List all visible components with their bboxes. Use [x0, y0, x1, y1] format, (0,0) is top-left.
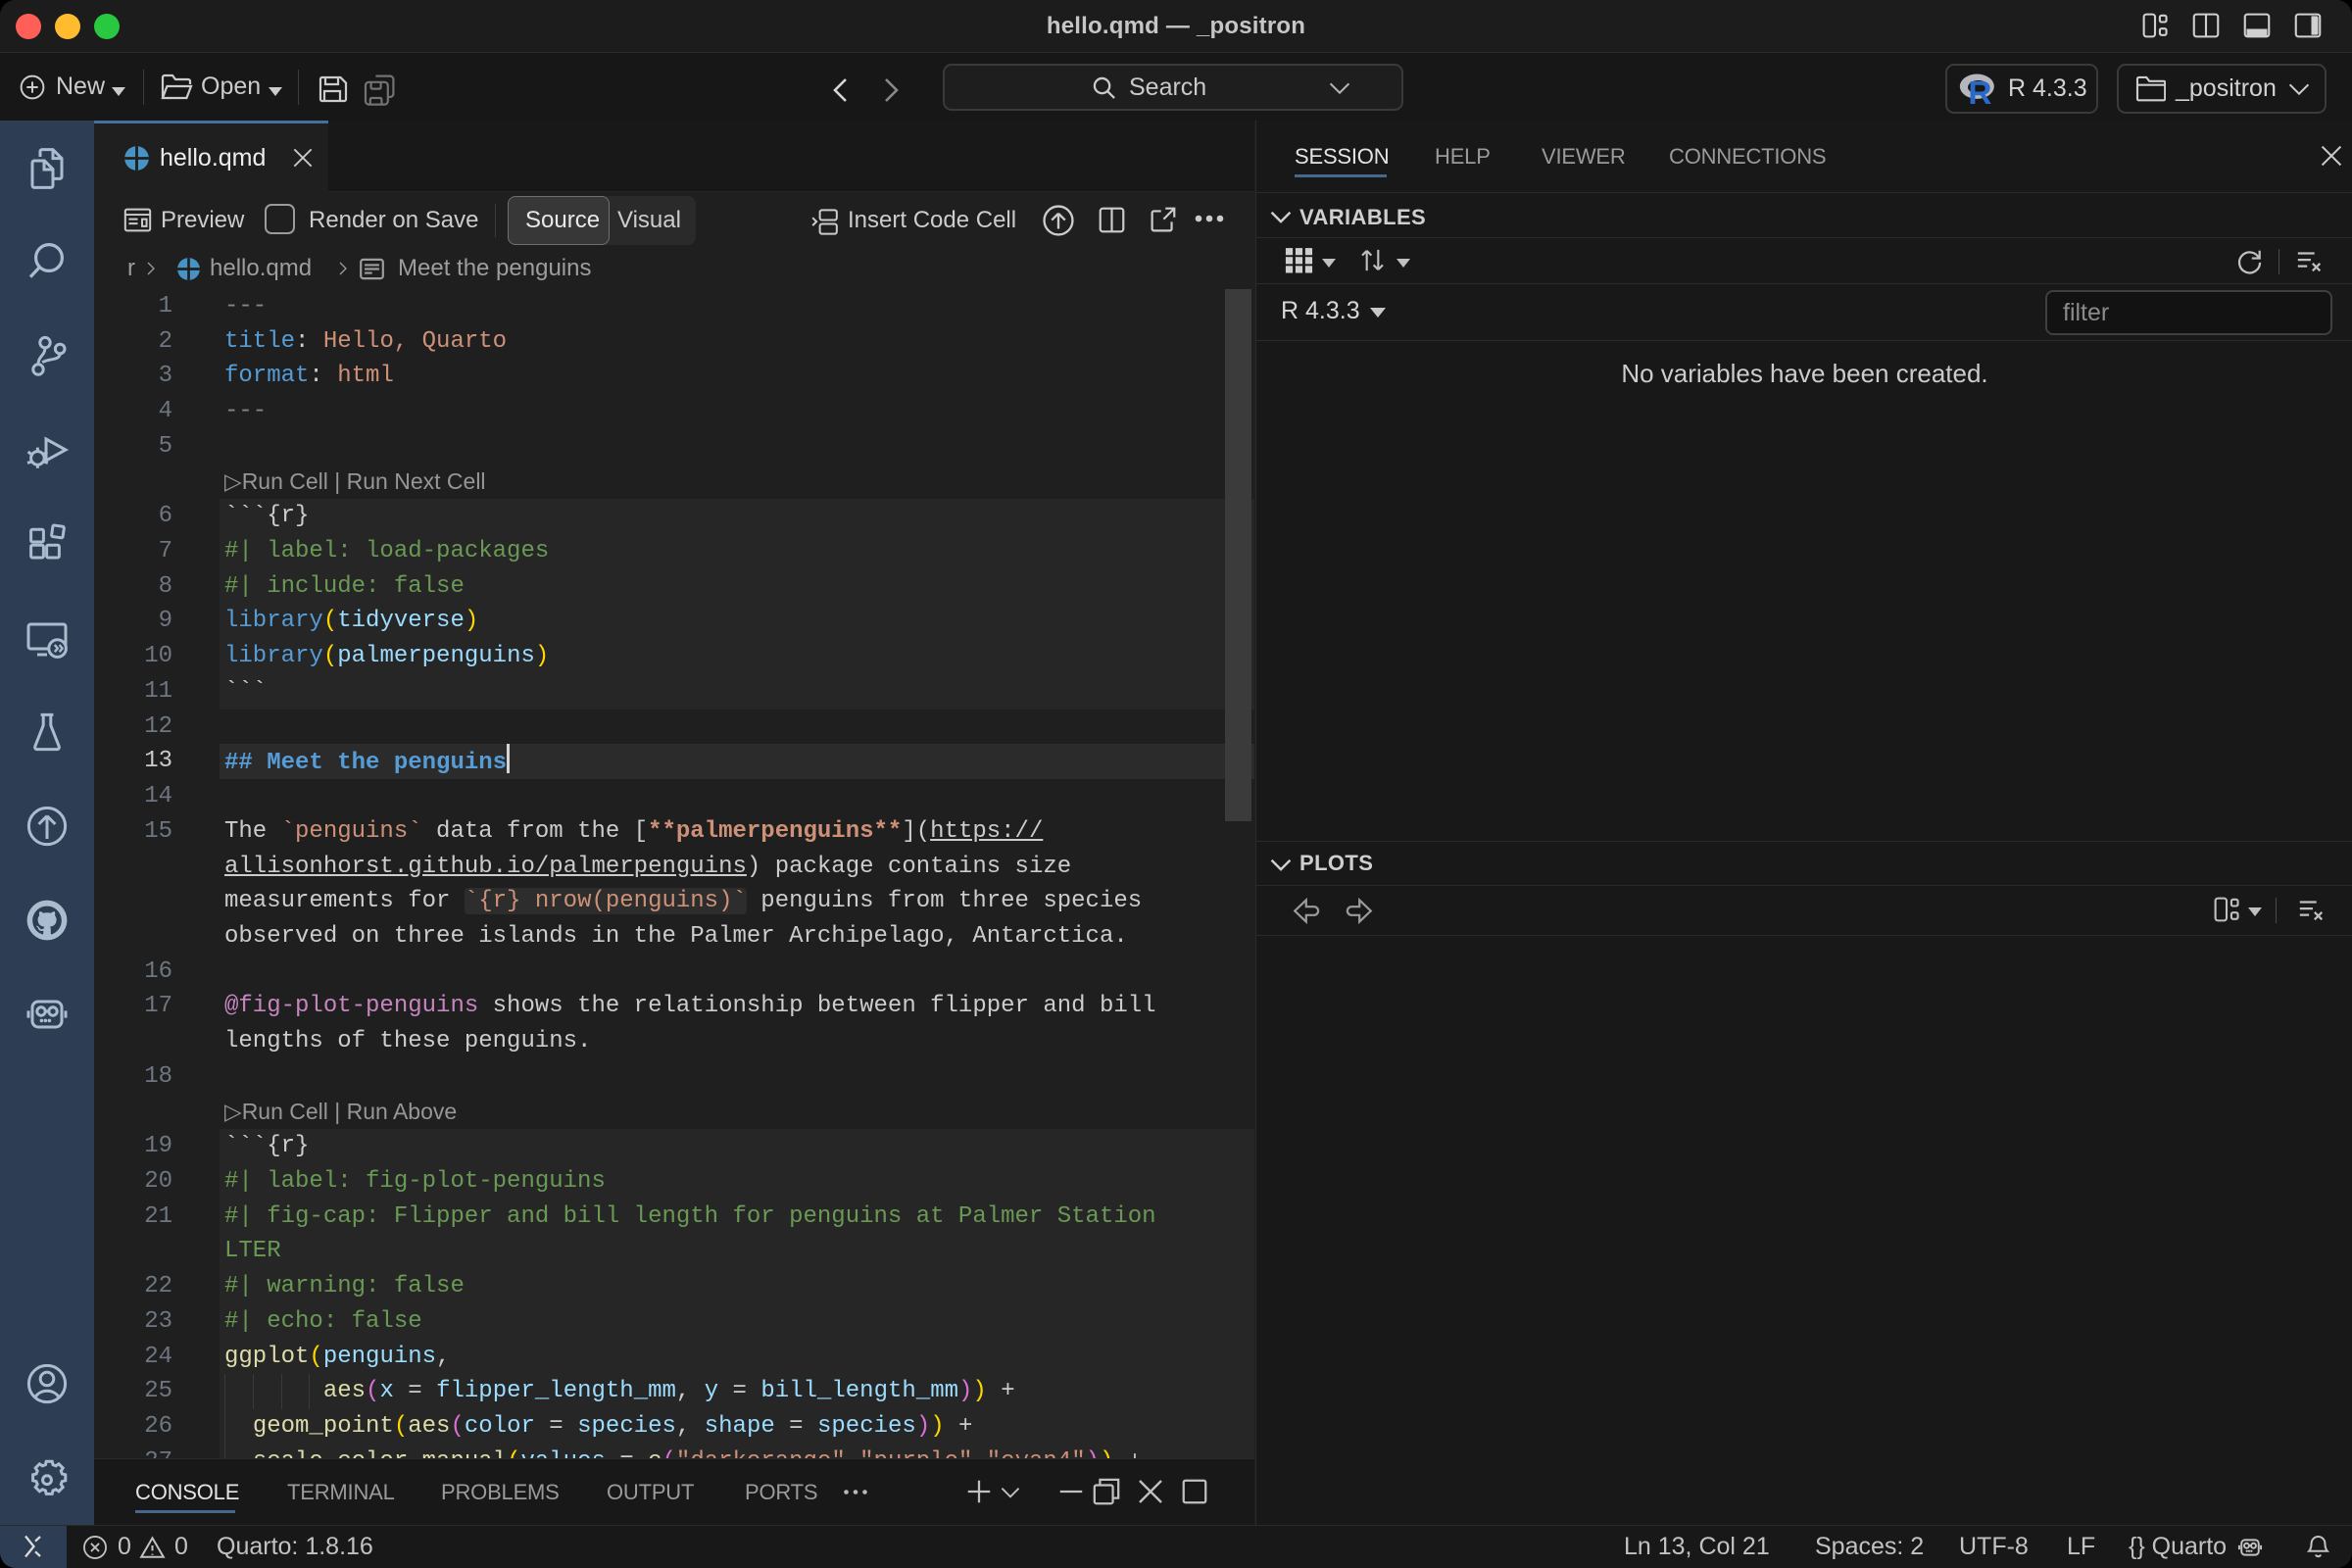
svg-text:R: R	[1968, 75, 1991, 112]
